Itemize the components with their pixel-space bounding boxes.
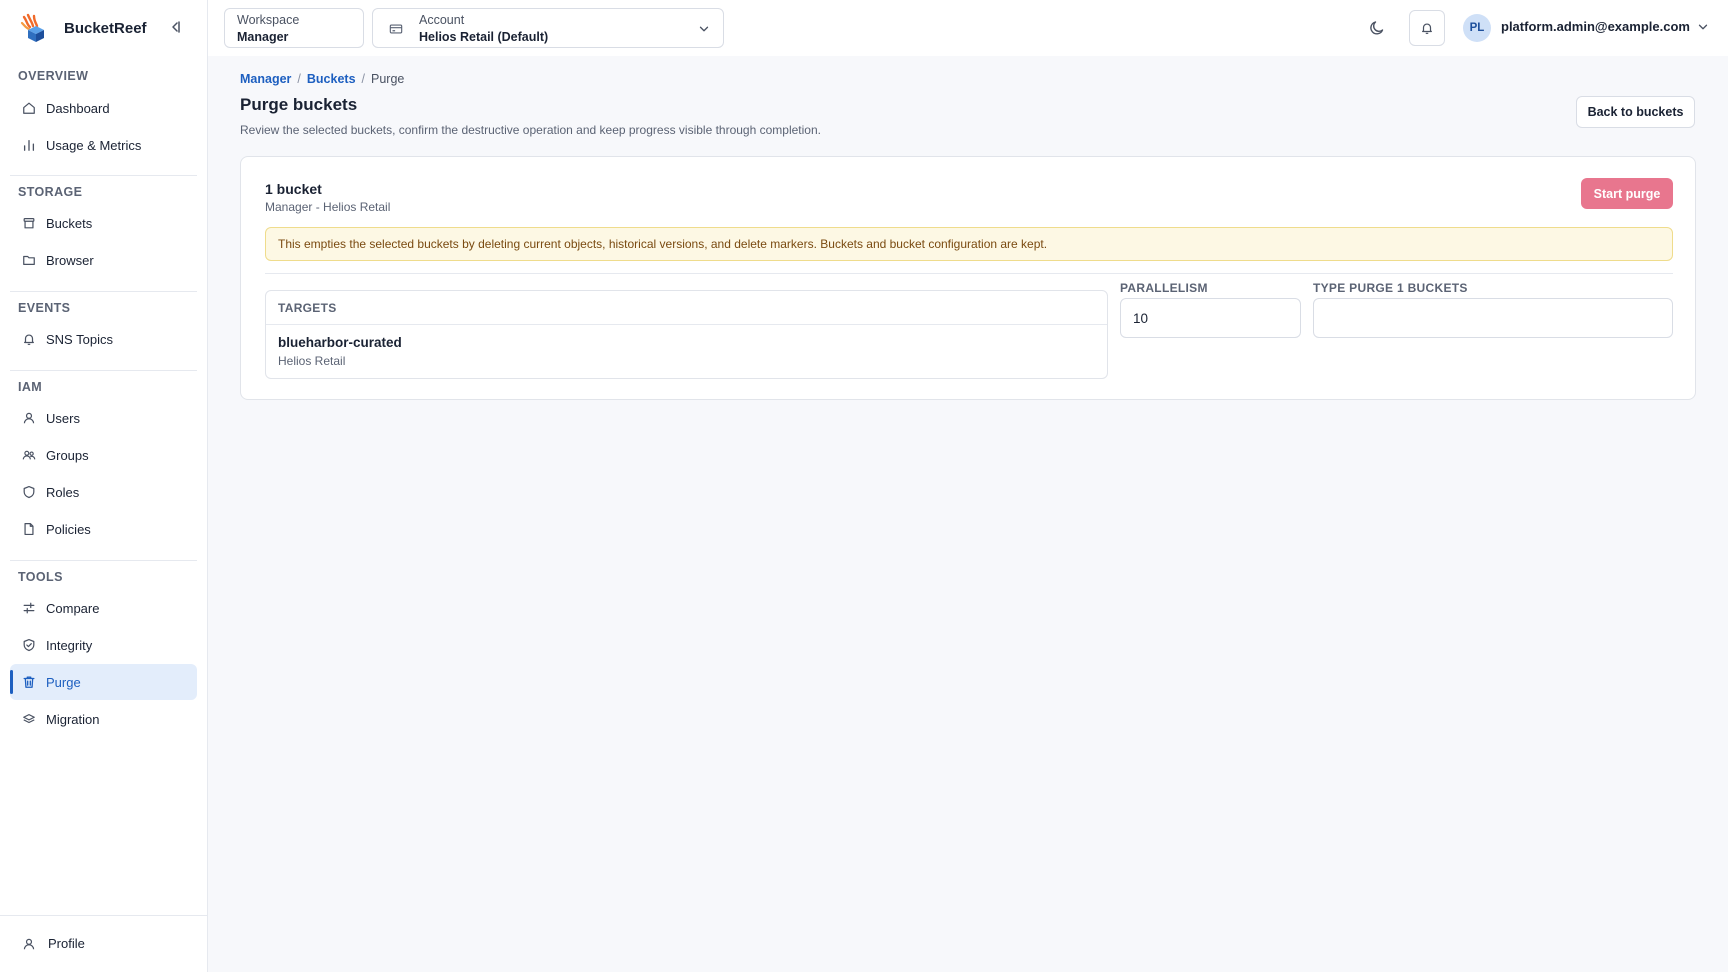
start-purge-button[interactable]: Start purge (1581, 178, 1673, 209)
purge-card: 1 bucket Manager - Helios Retail Start p… (240, 156, 1696, 400)
workspace-account-subtitle: Manager - Helios Retail (265, 200, 391, 214)
credit-card-icon (389, 24, 403, 34)
sidebar-item-label: Browser (46, 252, 94, 268)
nav-section-iam: IAM (18, 380, 43, 394)
user-email[interactable]: platform.admin@example.com (1501, 19, 1690, 34)
purge-warning: This empties the selected buckets by del… (265, 227, 1673, 261)
confirm-label: TYPE PURGE 1 BUCKETS (1313, 281, 1468, 295)
profile-label: Profile (48, 936, 85, 951)
nav-section-overview: OVERVIEW (18, 69, 89, 83)
shield-icon (23, 485, 35, 499)
moon-icon[interactable] (1368, 19, 1386, 37)
migration-icon (23, 714, 35, 724)
sidebar-item-compare[interactable]: Compare (10, 590, 197, 626)
sidebar-item-dashboard[interactable]: Dashboard (10, 90, 197, 126)
brand-name: BucketReef (64, 19, 147, 37)
bucket-count-title: 1 bucket (265, 181, 322, 197)
account-value: Helios Retail (Default) (419, 30, 549, 44)
breadcrumb-separator: / (361, 72, 366, 86)
sidebar-item-integrity[interactable]: Integrity (10, 627, 197, 663)
home-icon (23, 102, 35, 114)
folder-icon (23, 255, 35, 265)
sidebar-item-profile[interactable]: Profile (22, 936, 85, 951)
brand[interactable]: BucketReef (18, 12, 147, 44)
nav-divider (10, 560, 197, 561)
chevron-down-icon (699, 26, 709, 32)
sidebar-item-sns-topics[interactable]: SNS Topics (10, 321, 197, 357)
sidebar-item-browser[interactable]: Browser (10, 242, 197, 278)
nav-divider (10, 370, 197, 371)
sidebar-item-label: Purge (46, 674, 81, 690)
sidebar-item-policies[interactable]: Policies (10, 511, 197, 547)
targets-panel: TARGETS blueharbor-curated Helios Retail (265, 290, 1108, 379)
workspace-select[interactable]: Workspace Manager (224, 8, 364, 48)
card-divider (265, 273, 1673, 274)
nav-section-storage: STORAGE (18, 185, 83, 199)
sidebar: BucketReef OVERVIEW Dashboard Usage & Me… (0, 0, 208, 972)
page-subtitle: Review the selected buckets, confirm the… (240, 123, 821, 137)
sidebar-item-roles[interactable]: Roles (10, 474, 197, 510)
back-to-buckets-button[interactable]: Back to buckets (1576, 96, 1695, 128)
sidebar-item-users[interactable]: Users (10, 400, 197, 436)
nav-section-events: EVENTS (18, 301, 71, 315)
topbar: Workspace Manager Account Helios Retail … (208, 0, 1728, 56)
workspace-value: Manager (237, 30, 289, 44)
nav-divider (10, 175, 197, 176)
target-bucket-name: blueharbor-curated (278, 335, 402, 350)
sidebar-item-purge[interactable]: Purge (10, 664, 197, 700)
users-icon (22, 450, 36, 460)
avatar[interactable]: PL (1463, 14, 1491, 42)
file-icon (24, 522, 34, 536)
nav-divider (10, 291, 197, 292)
bell-icon (24, 334, 34, 346)
chevron-down-icon[interactable] (1696, 20, 1710, 34)
page-title: Purge buckets (240, 95, 358, 114)
shield-check-icon (23, 638, 35, 652)
notifications-button[interactable] (1409, 10, 1445, 46)
sidebar-item-label: SNS Topics (46, 331, 113, 347)
sidebar-item-label: Usage & Metrics (46, 137, 142, 153)
target-bucket-account: Helios Retail (278, 354, 346, 368)
workspace-label: Workspace (237, 13, 300, 27)
sidebar-item-usage-metrics[interactable]: Usage & Metrics (10, 127, 197, 163)
confirm-input[interactable] (1313, 298, 1673, 338)
account-label: Account (419, 13, 465, 27)
parallelism-label: PARALLELISM (1120, 281, 1208, 295)
sidebar-item-label: Integrity (46, 637, 93, 653)
nav-section-tools: TOOLS (18, 570, 63, 584)
breadcrumb: Manager / Buckets / Purge (240, 72, 404, 86)
account-select[interactable]: Account Helios Retail (Default) (372, 8, 724, 48)
sidebar-item-label: Policies (46, 521, 91, 537)
targets-header: TARGETS (266, 291, 1107, 325)
sidebar-item-buckets[interactable]: Buckets (10, 205, 197, 241)
bucketreef-logo-icon (20, 13, 44, 42)
breadcrumb-separator: / (297, 72, 301, 86)
sidebar-item-label: Roles (46, 484, 80, 500)
user-icon (23, 412, 35, 424)
bar-chart-icon (23, 139, 35, 151)
parallelism-input[interactable] (1120, 298, 1301, 338)
breadcrumb-current: Purge (371, 72, 405, 86)
sidebar-item-migration[interactable]: Migration (10, 701, 197, 737)
sidebar-item-label: Users (46, 410, 80, 426)
compare-icon (23, 602, 35, 614)
breadcrumb-manager[interactable]: Manager (240, 72, 291, 86)
sidebar-item-groups[interactable]: Groups (10, 437, 197, 473)
sidebar-item-label: Dashboard (46, 100, 110, 116)
sidebar-item-label: Compare (46, 600, 100, 616)
bucket-icon (23, 218, 35, 229)
sidebar-footer: Profile (0, 915, 207, 972)
user-icon (23, 938, 35, 949)
collapse-sidebar-icon[interactable] (166, 18, 184, 36)
bell-icon (1422, 23, 1432, 35)
sidebar-item-label: Migration (46, 711, 100, 727)
sidebar-item-label: Buckets (46, 215, 93, 231)
trash-icon (23, 676, 35, 688)
sidebar-item-label: Groups (46, 447, 89, 463)
breadcrumb-buckets[interactable]: Buckets (307, 72, 356, 86)
